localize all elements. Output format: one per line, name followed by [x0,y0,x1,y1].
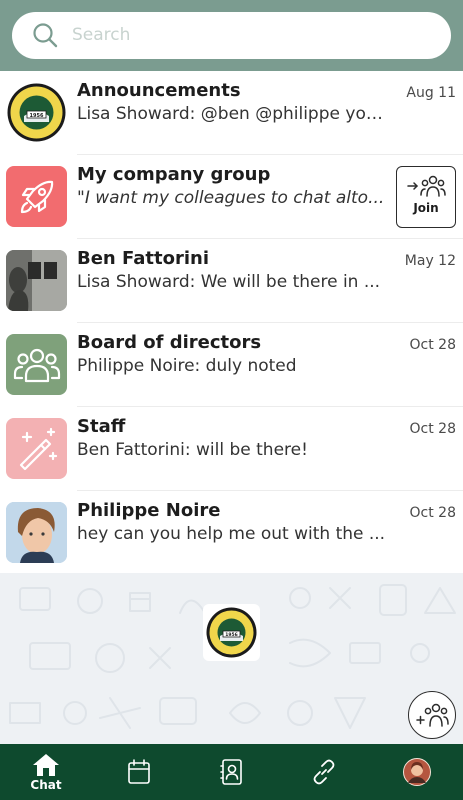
bottom-nav: Chat [0,744,463,800]
chat-date: Oct 28 [409,421,456,437]
magic-wand-avatar [6,418,67,479]
chat-row-ben-fattorini[interactable]: Ben Fattorini Lisa Showard: We will be t… [0,239,463,323]
nav-calendar[interactable] [104,744,174,800]
chat-title: Ben Fattorini [77,248,210,269]
nav-chat[interactable]: Chat [11,744,81,800]
chat-date: Oct 28 [409,505,456,521]
ben-fattorini-photo [6,250,67,311]
chat-title: Philippe Noire [77,500,221,521]
chat-title: Announcements [77,80,241,101]
chat-date: May 12 [404,253,456,269]
svg-text:1956: 1956 [30,113,44,119]
chat-date: Aug 11 [406,85,456,101]
svg-text:1956: 1956 [225,632,238,638]
add-group-icon [416,703,449,727]
new-group-chat-button[interactable] [408,691,456,739]
nav-links[interactable] [289,744,359,800]
join-group-button[interactable]: Join [396,166,456,228]
association-logo-avatar: 1956 [6,82,67,143]
chat-title: Staff [77,416,126,437]
chat-preview: hey can you help me out with the ... [77,524,386,544]
profile-avatar [403,758,431,786]
chat-preview: Lisa Showard: @ben @philippe you ... [77,104,393,124]
search-icon [33,23,58,48]
header-bar [0,0,463,71]
nav-profile[interactable] [382,744,452,800]
chat-title: Board of directors [77,332,262,353]
search-input[interactable] [72,20,432,50]
philippe-noire-photo [6,502,67,563]
nav-contacts[interactable] [197,744,267,800]
group-avatar [6,334,67,395]
association-logo: 1956 [203,604,260,661]
chat-preview: Philippe Noire: duly noted [77,356,297,376]
chat-row-staff[interactable]: Staff Ben Fattorini: will be there! Oct … [0,407,463,491]
rocket-icon [20,180,53,213]
chat-row-announcements[interactable]: 1956 Announcements Lisa Showard: @ben @p… [0,71,463,155]
group-icon [13,348,60,382]
chat-preview: Ben Fattorini: will be there! [77,440,308,460]
chat-wallpaper: 1956 [0,573,463,744]
chat-row-board-of-directors[interactable]: Board of directors Philippe Noire: duly … [0,323,463,407]
join-button-label: Join [413,201,439,215]
rocket-avatar [6,166,67,227]
join-group-icon [407,175,446,197]
calendar-icon [128,759,150,784]
magic-wand-icon [19,427,57,470]
chat-date: Oct 28 [409,337,456,353]
chat-list: 1956 Announcements Lisa Showard: @ben @p… [0,71,463,573]
link-icon [313,759,335,785]
chat-preview: "I want my colleagues to chat alto... [77,188,385,208]
chat-row-philippe-noire[interactable]: Philippe Noire hey can you help me out w… [0,491,463,575]
nav-chat-label: Chat [30,777,62,792]
chat-title: My company group [77,164,271,185]
chat-preview: Lisa Showard: We will be there in ... [77,272,381,292]
contacts-icon [220,759,242,785]
home-icon [33,753,59,776]
chat-row-my-company-group[interactable]: My company group "I want my colleagues t… [0,155,463,239]
search-bar[interactable] [12,12,451,59]
